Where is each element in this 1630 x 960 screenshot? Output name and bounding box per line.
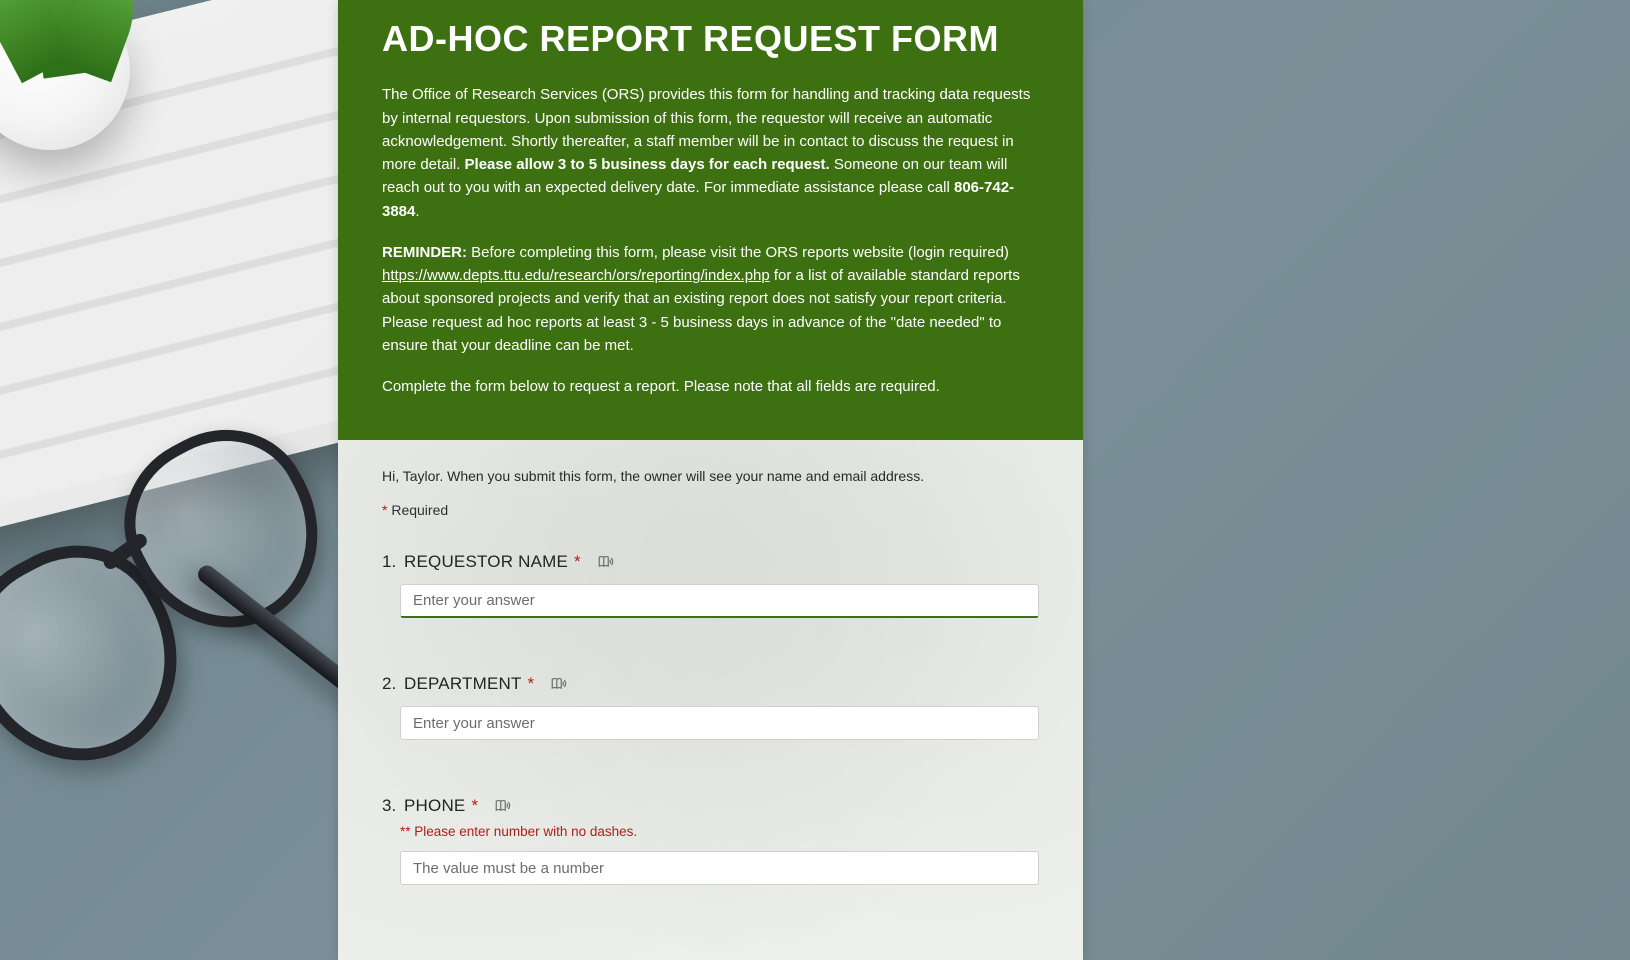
question-number: 3. (382, 796, 398, 816)
reminder-text: Before completing this form, please visi… (467, 244, 1009, 261)
immersive-reader-icon[interactable] (494, 797, 512, 815)
form-card: AD-HOC REPORT REQUEST FORM The Office of… (338, 0, 1083, 960)
phone-input[interactable] (400, 851, 1039, 885)
form-header: AD-HOC REPORT REQUEST FORM The Office of… (338, 0, 1083, 440)
question-label: DEPARTMENT (404, 674, 522, 694)
required-note: * Required (382, 502, 1039, 518)
required-asterisk: * (471, 796, 478, 816)
immersive-reader-icon[interactable] (550, 675, 568, 693)
required-asterisk: * (574, 552, 581, 572)
department-input[interactable] (400, 706, 1039, 740)
question-requestor-name: 1. REQUESTOR NAME * (382, 552, 1039, 618)
form-title: AD-HOC REPORT REQUEST FORM (382, 18, 1039, 59)
greeting-text: Hi, Taylor. When you submit this form, t… (382, 468, 1039, 484)
question-number: 1. (382, 552, 398, 572)
intro-emphasis: Please allow 3 to 5 business days for ea… (465, 156, 830, 173)
form-intro-paragraph-2: REMINDER: Before completing this form, p… (382, 241, 1039, 357)
question-department: 2. DEPARTMENT * (382, 674, 1039, 740)
question-phone: 3. PHONE * ** Please enter number with n… (382, 796, 1039, 885)
question-hint: ** Please enter number with no dashes. (400, 824, 1039, 839)
plant-decor (0, 0, 190, 170)
reports-link[interactable]: https://www.depts.ttu.edu/research/ors/r… (382, 267, 770, 284)
question-header: 1. REQUESTOR NAME * (382, 552, 1039, 572)
question-label: REQUESTOR NAME (404, 552, 568, 572)
form-intro-paragraph-3: Complete the form below to request a rep… (382, 375, 1039, 398)
requestor-name-input[interactable] (400, 584, 1039, 618)
question-number: 2. (382, 674, 398, 694)
question-header: 2. DEPARTMENT * (382, 674, 1039, 694)
question-label: PHONE (404, 796, 465, 816)
immersive-reader-icon[interactable] (597, 553, 615, 571)
question-header: 3. PHONE * (382, 796, 1039, 816)
reminder-lead: REMINDER: (382, 244, 467, 261)
required-asterisk: * (528, 674, 535, 694)
intro-text: . (415, 203, 419, 220)
required-label: Required (387, 502, 448, 518)
form-intro-paragraph-1: The Office of Research Services (ORS) pr… (382, 83, 1039, 223)
form-body: Hi, Taylor. When you submit this form, t… (338, 440, 1083, 960)
